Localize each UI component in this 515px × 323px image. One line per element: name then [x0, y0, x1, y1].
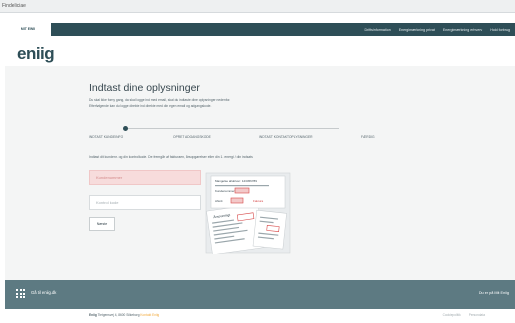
nav-link-hold-forbrug[interactable]: Hold forbrug	[490, 28, 510, 32]
invoice-line-4: Faktura	[253, 199, 264, 203]
step-3-label: INDTAST KONTAKTOPLYSNINGER	[259, 135, 313, 139]
customer-number-input[interactable]: Kundenummer	[89, 170, 201, 185]
copyright-text: Eniig Tietgensvej 4, 8600 Silkeborg Kont…	[89, 313, 159, 317]
help-text: Indtast dit kundenr. og din kontrolkode.…	[89, 155, 253, 159]
eniig-logo[interactable]: eniig	[17, 44, 55, 64]
apps-grid-icon[interactable]	[16, 289, 25, 298]
mit-eniig-link[interactable]: Du er på Mit Eniig	[479, 291, 509, 295]
copyright-brand: Eniig	[89, 313, 97, 317]
intro-text-2: Efterfølgende kan du logge direkte ind d…	[89, 104, 212, 108]
footer-links: Cookiepolitik Persondata	[443, 313, 485, 317]
step-1-label: INDTAST KUNDEINFO	[89, 135, 124, 139]
cookie-policy-link[interactable]: Cookiepolitik	[443, 313, 461, 317]
nav-link-driftsinformation[interactable]: Driftsinformation	[365, 28, 391, 32]
top-navigation: MIT EWII Driftsinformation Energimærknin…	[5, 23, 515, 36]
copyright-address: Tietgensvej 4, 8600 Silkeborg	[97, 313, 140, 317]
brand-tab[interactable]: MIT EWII	[5, 23, 51, 36]
footer-bar: Gå til eniig.dk Du er på Mit Eniig	[5, 280, 515, 309]
footer-bottom: Eniig Tietgensvej 4, 8600 Silkeborg Kont…	[5, 309, 515, 323]
invoice-example-image: Årsoversigt Mangelse afskriver: 12345678…	[205, 172, 291, 254]
next-button[interactable]: Næste	[89, 217, 115, 231]
invoice-line-3: Afsnit	[215, 199, 223, 203]
progress-line	[125, 128, 339, 129]
privacy-link[interactable]: Persondata	[469, 313, 485, 317]
go-to-eniig-link[interactable]: Gå til eniig.dk	[31, 290, 56, 295]
invoice-line-1: Mangelse afskriver: 123456789	[215, 179, 257, 183]
nav-link-energimaerkning-erhverv[interactable]: Energimærkning erhverv	[443, 28, 482, 32]
active-step-dot	[123, 126, 128, 131]
browser-tab-title[interactable]: Findeliciae	[2, 3, 26, 9]
progress-steps: INDTAST KUNDEINFO OPRET ADGANGSKODE INDT…	[89, 126, 389, 146]
control-code-input[interactable]: Kontrol kode	[89, 195, 201, 210]
main-content: Indtast dine oplysninger Du skal ikke fo…	[5, 66, 515, 280]
top-links: Driftsinformation Energimærkning privat …	[365, 23, 510, 36]
step-2-label: OPRET ADGANGSKODE	[173, 135, 211, 139]
nav-link-energimaerkning-privat[interactable]: Energimærkning privat	[399, 28, 435, 32]
page-title: Indtast dine oplysninger	[89, 82, 200, 94]
logo-row: eniig	[5, 36, 515, 66]
intro-text-1: Du skal ikke forny gang, da skal logge i…	[89, 98, 231, 102]
contact-link[interactable]: Kontakt Eniig	[140, 313, 159, 317]
browser-bar: Findeliciae	[0, 0, 515, 13]
invoice-line-2: Kundenummer	[215, 189, 235, 193]
step-4-label: FÆRDIG	[361, 135, 375, 139]
